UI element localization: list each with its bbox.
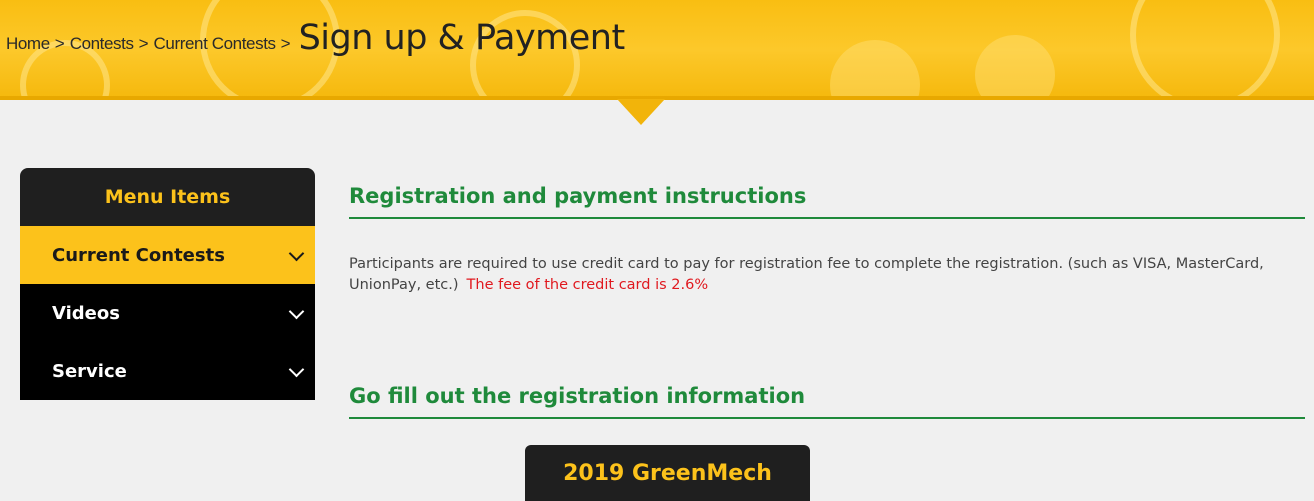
gear-decoration xyxy=(830,40,920,100)
gear-decoration xyxy=(1130,0,1280,100)
page-title: Sign up & Payment xyxy=(298,18,626,58)
sidebar-item-videos[interactable]: Videos xyxy=(20,284,315,342)
breadcrumb: Home > Contests > Current Contests > Sig… xyxy=(6,18,625,58)
sidebar-item-service[interactable]: Service xyxy=(20,342,315,400)
sidebar-heading-label: Menu Items xyxy=(104,186,231,208)
breadcrumb-separator: > xyxy=(138,34,149,53)
sidebar-item-current-contests[interactable]: Current Contests xyxy=(20,226,315,284)
sidebar-item-label: Service xyxy=(52,360,127,382)
sidebar-menu: Menu Items Current Contests Videos Servi… xyxy=(20,168,315,400)
register-greenmech-button[interactable]: 2019 GreenMech xyxy=(525,445,810,501)
breadcrumb-separator: > xyxy=(280,34,291,53)
sidebar-item-label: Videos xyxy=(52,302,120,324)
chevron-down-icon[interactable] xyxy=(289,248,303,262)
register-button-label: 2019 GreenMech xyxy=(563,460,772,486)
sidebar-heading: Menu Items xyxy=(20,168,315,226)
sidebar-item-label: Current Contests xyxy=(52,244,225,266)
registration-section: Go fill out the registration information xyxy=(349,384,1305,419)
breadcrumb-home[interactable]: Home xyxy=(6,34,50,54)
section-title-instructions: Registration and payment instructions xyxy=(349,184,1305,219)
breadcrumb-current-contests[interactable]: Current Contests xyxy=(154,34,277,54)
breadcrumb-contests[interactable]: Contests xyxy=(70,34,134,54)
chevron-down-icon[interactable] xyxy=(289,364,303,378)
header-banner: Home > Contests > Current Contests > Sig… xyxy=(0,0,1314,100)
banner-pointer xyxy=(617,99,665,125)
gear-decoration xyxy=(975,35,1055,100)
credit-card-fee-note: The fee of the credit card is 2.6% xyxy=(466,277,709,293)
section-title-registration: Go fill out the registration information xyxy=(349,384,1305,419)
payment-instructions-section: Registration and payment instructions Pa… xyxy=(349,184,1305,296)
instructions-text: Participants are required to use credit … xyxy=(349,254,1305,296)
chevron-down-icon[interactable] xyxy=(289,306,303,320)
breadcrumb-separator: > xyxy=(54,34,65,53)
